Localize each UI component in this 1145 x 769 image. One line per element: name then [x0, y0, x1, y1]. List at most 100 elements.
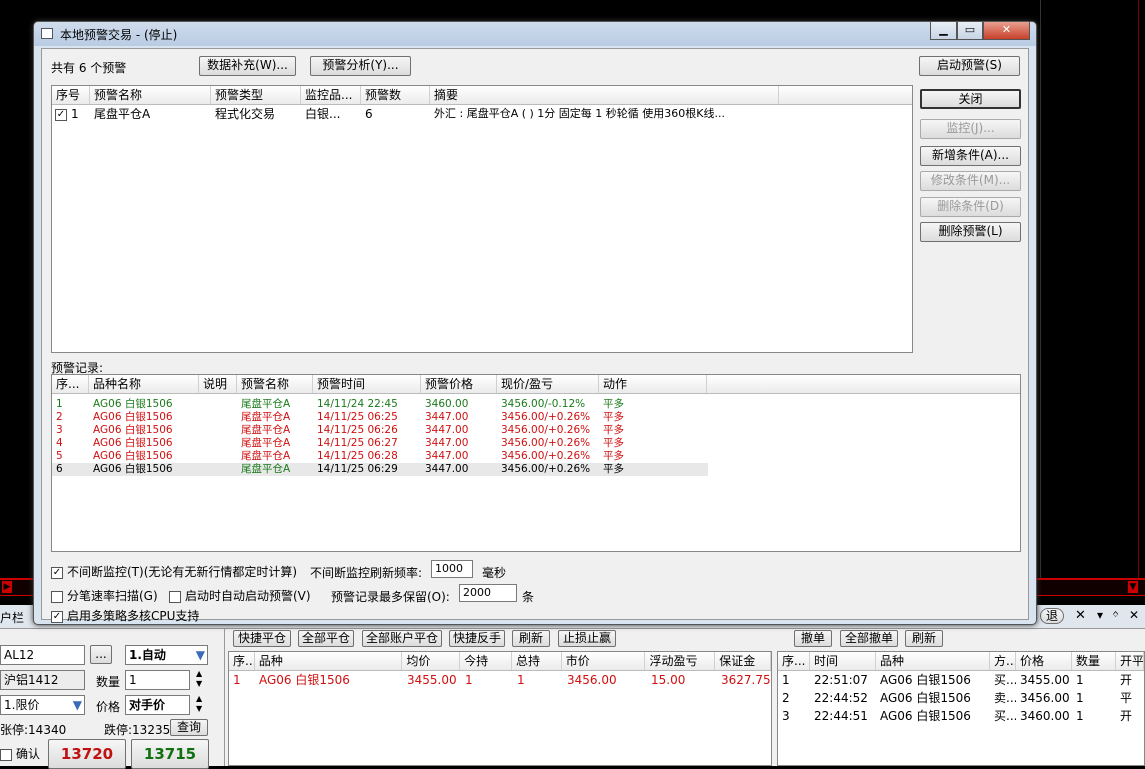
- tick-scan-checkbox[interactable]: 分笔速率扫描(G): [51, 587, 158, 604]
- cell: 14/11/25 06:27: [317, 437, 398, 449]
- col-header[interactable]: 市价: [562, 652, 646, 670]
- qty-input[interactable]: 1: [125, 670, 190, 690]
- table-row[interactable]: 2 22:44:52 AG06 白银1506 卖... 3456.00 1 平: [778, 689, 1144, 707]
- tools-icon[interactable]: ✕: [1075, 608, 1086, 623]
- col-header[interactable]: 序...: [52, 375, 89, 393]
- col-header[interactable]: 数量: [1072, 652, 1116, 670]
- col-header[interactable]: 预警数: [361, 86, 430, 104]
- close-icon[interactable]: ✕: [1129, 608, 1139, 622]
- code-input[interactable]: AL12: [0, 645, 85, 665]
- refresh-positions-button[interactable]: 刷新: [512, 630, 550, 647]
- cell: [199, 450, 237, 463]
- row-checkbox[interactable]: ✓ 1: [52, 105, 90, 123]
- col-header[interactable]: 预警名称: [90, 86, 211, 104]
- code-picker-button[interactable]: ...: [90, 645, 112, 664]
- cell: 3447.00: [425, 463, 469, 475]
- col-header[interactable]: 均价: [402, 652, 461, 670]
- add-condition-button[interactable]: 新增条件(A)...: [920, 146, 1021, 166]
- dialog-titlebar[interactable]: 本地预警交易 - (停止) ▁ ▭ ✕: [34, 22, 1036, 46]
- exit-button[interactable]: 退: [1040, 608, 1064, 624]
- col-header[interactable]: 预警名称: [237, 375, 313, 393]
- col-header[interactable]: 品种: [876, 652, 990, 670]
- col-header[interactable]: 序...: [229, 652, 255, 670]
- bid-button[interactable]: 13720: [48, 739, 126, 769]
- alert-trading-dialog: 本地预警交易 - (停止) ▁ ▭ ✕ 共有 6 个预警 数据补充(W)... …: [33, 21, 1037, 625]
- col-header[interactable]: 价格: [1016, 652, 1072, 670]
- cell: 3455.00: [1020, 673, 1070, 687]
- alert-analysis-button[interactable]: 预警分析(Y)...: [310, 56, 411, 76]
- table-row[interactable]: 5 AG06 白银1506 尾盘平仓A 14/11/25 06:28 3447.00 34…: [52, 450, 1020, 463]
- keep-records-input[interactable]: 2000: [459, 584, 517, 602]
- col-header[interactable]: 时间: [810, 652, 876, 670]
- cancel-order-button[interactable]: 撤单: [794, 630, 832, 647]
- maximize-icon[interactable]: ▭: [957, 22, 983, 40]
- table-row[interactable]: 1 22:51:07 AG06 白银1506 买... 3455.00 1 开: [778, 671, 1144, 689]
- scroll-right-icon[interactable]: ▼: [1128, 581, 1138, 593]
- col-header[interactable]: 序号: [52, 86, 90, 104]
- scroll-left-icon[interactable]: ▶: [2, 581, 12, 593]
- dropdown-icon[interactable]: ▾: [1097, 608, 1103, 622]
- table-row[interactable]: 6 AG06 白银1506 尾盘平仓A 14/11/25 06:29 3447.00 34…: [52, 463, 708, 476]
- pin-icon[interactable]: ᛜ: [1112, 608, 1119, 622]
- col-header[interactable]: 现价/盈亏: [497, 375, 599, 393]
- quick-reverse-button[interactable]: 快捷反手: [449, 630, 505, 647]
- table-row[interactable]: 3 AG06 白银1506 尾盘平仓A 14/11/25 06:26 3447.00 34…: [52, 424, 1020, 437]
- col-header[interactable]: 方...: [990, 652, 1016, 670]
- close-icon[interactable]: ✕: [983, 22, 1030, 40]
- start-alert-button[interactable]: 启动预警(S): [919, 56, 1020, 76]
- table-row[interactable]: 1 AG06 白银1506 3455.00 1 1 3456.00 15.00 …: [229, 671, 771, 689]
- data-supplement-button[interactable]: 数据补充(W)...: [199, 56, 296, 76]
- price-input[interactable]: 对手价: [125, 695, 190, 715]
- close-all-accounts-button[interactable]: 全部账户平仓: [362, 630, 442, 647]
- close-all-button[interactable]: 全部平仓: [298, 630, 354, 647]
- col-header[interactable]: 说明: [199, 375, 237, 393]
- multi-cpu-checkbox[interactable]: ✓ 启用多策略多核CPU支持: [51, 607, 199, 624]
- refresh-orders-button[interactable]: 刷新: [905, 630, 943, 647]
- col-header[interactable]: 保证金: [715, 652, 772, 670]
- records-header: 序... 品种名称 说明 预警名称 预警时间 预警价格 现价/盈亏 动作: [52, 375, 1020, 394]
- col-header[interactable]: 总持: [512, 652, 562, 670]
- col-header[interactable]: 今持: [460, 652, 512, 670]
- col-header[interactable]: 预警价格: [421, 375, 497, 393]
- table-row[interactable]: 1 AG06 白银1506 尾盘平仓A 14/11/24 22:45 3460.00 34…: [52, 398, 1020, 411]
- ask-button[interactable]: 13715: [131, 739, 209, 769]
- table-row[interactable]: 3 22:44:51 AG06 白银1506 买... 3460.00 1 开: [778, 707, 1144, 725]
- panel-separator: [224, 629, 225, 766]
- order-type-select[interactable]: 1.限价 ▼: [0, 695, 85, 715]
- delete-condition-button[interactable]: 删除条件(D): [920, 197, 1021, 217]
- col-header[interactable]: 品种: [255, 652, 403, 670]
- cell: 3455.00: [407, 673, 457, 687]
- col-header[interactable]: 开平: [1116, 652, 1144, 670]
- refresh-rate-input[interactable]: 1000: [431, 560, 473, 578]
- delete-alert-button[interactable]: 删除预警(L): [920, 222, 1021, 242]
- qty-stepper[interactable]: ▲ ▼: [196, 669, 202, 689]
- stop-loss-button[interactable]: 止损止赢: [558, 630, 616, 647]
- monitor-button[interactable]: 监控(J)...: [920, 119, 1021, 139]
- multi-cpu-label: 启用多策略多核CPU支持: [67, 609, 200, 623]
- quick-close-button[interactable]: 快捷平仓: [233, 630, 291, 647]
- col-header[interactable]: 浮动盈亏: [645, 652, 716, 670]
- col-header[interactable]: 品种名称: [89, 375, 199, 393]
- query-button[interactable]: 查询: [170, 719, 208, 736]
- table-row[interactable]: 2 AG06 白银1506 尾盘平仓A 14/11/25 06:25 3447.00 34…: [52, 411, 1020, 424]
- col-header[interactable]: 预警时间: [313, 375, 421, 393]
- col-header[interactable]: 序...: [778, 652, 810, 670]
- col-header[interactable]: 摘要: [430, 86, 779, 104]
- col-header[interactable]: 动作: [599, 375, 707, 393]
- mode-select[interactable]: 1.自动 ▼: [125, 645, 208, 665]
- col-header[interactable]: 监控品...: [301, 86, 361, 104]
- minimize-icon[interactable]: ▁: [930, 22, 957, 40]
- cancel-all-button[interactable]: 全部撤单: [840, 630, 898, 647]
- confirm-checkbox[interactable]: 确认: [0, 745, 40, 762]
- table-row[interactable]: 4 AG06 白银1506 尾盘平仓A 14/11/25 06:27 3447.00 34…: [52, 437, 1020, 450]
- price-stepper[interactable]: ▲ ▼: [196, 694, 202, 714]
- table-row[interactable]: ✓ 1 尾盘平仓A 程式化交易 白银... 6 外汇 : 尾盘平仓A ( ) 1分…: [52, 105, 912, 123]
- auto-start-checkbox[interactable]: 启动时自动启动预警(V): [169, 587, 311, 604]
- close-button[interactable]: 关闭: [920, 89, 1021, 109]
- cell: 平: [1120, 691, 1133, 705]
- modify-condition-button[interactable]: 修改条件(M)...: [920, 171, 1021, 191]
- cell: 3447.00: [425, 450, 469, 462]
- continuous-monitor-checkbox[interactable]: ✓ 不间断监控(T)(无论有无新行情都定时计算): [51, 563, 297, 580]
- col-header[interactable]: 预警类型: [211, 86, 301, 104]
- check-icon: ✓: [51, 610, 63, 623]
